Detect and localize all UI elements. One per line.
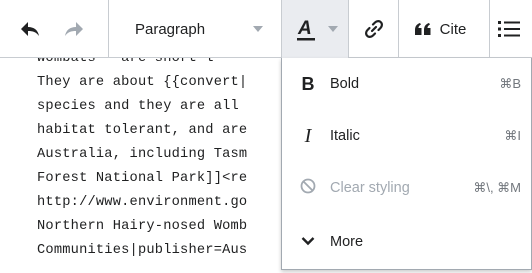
- undo-icon: [21, 22, 39, 36]
- editor-line: They are about {{convert|: [37, 75, 248, 90]
- editor-line: species and they are all: [37, 99, 239, 114]
- menu-item-label: Italic: [330, 128, 360, 144]
- menu-item-label: Clear styling: [330, 180, 410, 196]
- bulleted-list-icon: [498, 21, 520, 37]
- editor-line: wombats are short-l: [37, 58, 214, 66]
- editor-line: Northern Hairy-nosed Womb: [37, 219, 248, 234]
- menu-item-bold[interactable]: B Bold ⌘B: [282, 58, 532, 110]
- chevron-down-icon: [328, 26, 338, 32]
- paragraph-format-dropdown[interactable]: Paragraph: [109, 0, 281, 58]
- bold-icon: B: [301, 73, 315, 94]
- undo-button[interactable]: [10, 0, 50, 58]
- menu-item-label: Bold: [330, 76, 360, 92]
- cancel-icon: [296, 178, 320, 199]
- quote-icon: [414, 23, 431, 35]
- link-icon: [365, 20, 383, 38]
- menu-item-clear-styling[interactable]: Clear styling ⌘\, ⌘M: [282, 162, 532, 214]
- chevron-down-icon: [296, 233, 320, 251]
- editor-toolbar: Paragraph A Cite: [0, 0, 532, 58]
- list-button[interactable]: [490, 0, 532, 58]
- redo-icon: [65, 22, 83, 36]
- keyboard-shortcut: ⌘I: [504, 128, 521, 143]
- text-style-menu: B Bold ⌘B I Italic ⌘I Clear styling ⌘\, …: [281, 58, 532, 270]
- redo-button[interactable]: [54, 0, 94, 58]
- keyboard-shortcut: ⌘\, ⌘M: [473, 180, 521, 195]
- menu-item-label: More: [330, 234, 364, 250]
- menu-item-italic[interactable]: I Italic ⌘I: [282, 110, 532, 162]
- editor-line: habitat tolerant, and are: [37, 123, 248, 138]
- editor-line: Forest National Park]]<re: [37, 171, 248, 186]
- paragraph-format-label: Paragraph: [135, 20, 206, 38]
- italic-icon: I: [304, 124, 312, 147]
- editor-line: Australia, including Tasm: [37, 147, 248, 162]
- text-style-icon: A: [297, 18, 315, 41]
- menu-item-more[interactable]: More: [282, 216, 532, 268]
- editor-line: http://www.environment.go: [37, 195, 248, 210]
- cite-label: Cite: [439, 20, 467, 38]
- toolbar-divider: [348, 0, 349, 58]
- chevron-down-icon: [253, 26, 263, 32]
- svg-text:A: A: [297, 18, 312, 39]
- keyboard-shortcut: ⌘B: [499, 76, 521, 91]
- link-button[interactable]: [354, 0, 394, 58]
- text-style-dropdown[interactable]: A: [282, 0, 348, 58]
- editor-line: Communities|publisher=Aus: [37, 243, 248, 258]
- cite-button[interactable]: Cite: [398, 0, 482, 58]
